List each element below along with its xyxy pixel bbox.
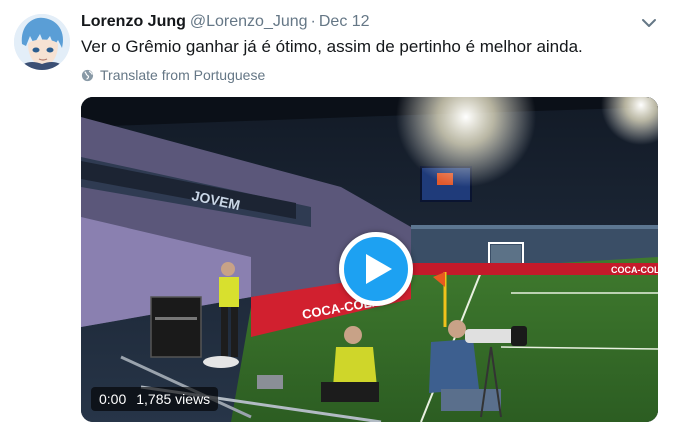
video-player[interactable]: JOVEM COCA-COLA COCA-COLA — [81, 97, 658, 422]
play-icon — [366, 254, 392, 284]
tweet-header: Lorenzo Jung @Lorenzo_Jung · Dec 12 — [81, 12, 370, 32]
tweet-text: Ver o Grêmio ganhar já é ótimo, assim de… — [81, 37, 583, 56]
tweet-date[interactable]: Dec 12 — [319, 13, 370, 30]
chevron-down-icon[interactable] — [640, 14, 658, 32]
avatar[interactable] — [14, 14, 70, 70]
display-name[interactable]: Lorenzo Jung — [81, 13, 186, 30]
anime-avatar-icon — [14, 14, 70, 70]
video-views: 1,785 views — [136, 391, 211, 407]
user-handle[interactable]: @Lorenzo_Jung — [190, 13, 308, 30]
video-time: 0:00 — [99, 391, 127, 407]
translate-link[interactable]: Translate from Portuguese — [81, 66, 265, 84]
globe-icon — [81, 69, 94, 81]
separator-dot: · — [310, 13, 316, 30]
ad-board-right-text: COCA-COLA — [611, 265, 658, 275]
play-button[interactable] — [339, 232, 413, 306]
tweet-card[interactable]: Lorenzo Jung @Lorenzo_Jung · Dec 12 Ver o G… — [0, 0, 676, 429]
translate-label[interactable]: Translate from Portuguese — [100, 66, 265, 84]
video-stats-badge: 0:00 1,785 views — [91, 387, 219, 411]
